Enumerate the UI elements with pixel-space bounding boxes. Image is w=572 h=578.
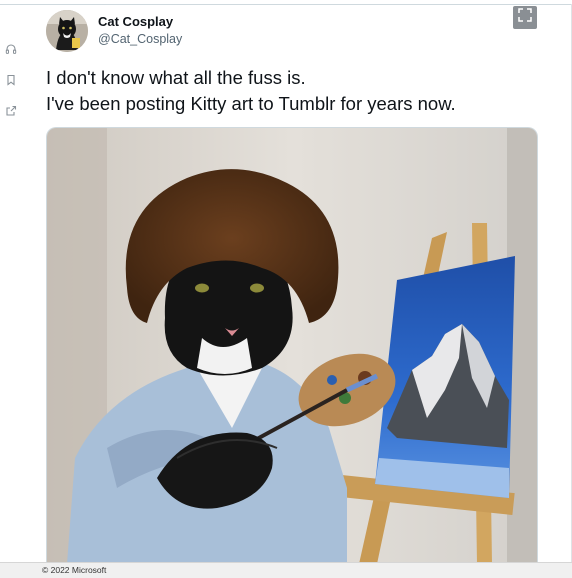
tweet-text-line: I don't know what all the fuss is. (46, 67, 306, 88)
tweet-text: I don't know what all the fuss is. I've … (46, 65, 546, 117)
top-divider (0, 4, 572, 5)
tweet-text-line: I've been posting Kitty art to Tumblr fo… (46, 93, 456, 114)
headphones-icon[interactable] (5, 43, 17, 55)
footer-bar: © 2022 Microsoft (0, 562, 572, 578)
avatar[interactable] (46, 10, 88, 52)
expand-button[interactable] (513, 6, 537, 29)
tweet-media[interactable] (46, 127, 538, 563)
expand-icon (518, 8, 532, 27)
share-icon[interactable] (5, 105, 17, 117)
display-name[interactable]: Cat Cosplay (98, 14, 173, 29)
handle[interactable]: @Cat_Cosplay (98, 32, 182, 46)
copyright-text: © 2022 Microsoft (42, 565, 107, 575)
cat-painting-photo (47, 128, 537, 563)
bookmark-icon[interactable] (5, 74, 17, 86)
